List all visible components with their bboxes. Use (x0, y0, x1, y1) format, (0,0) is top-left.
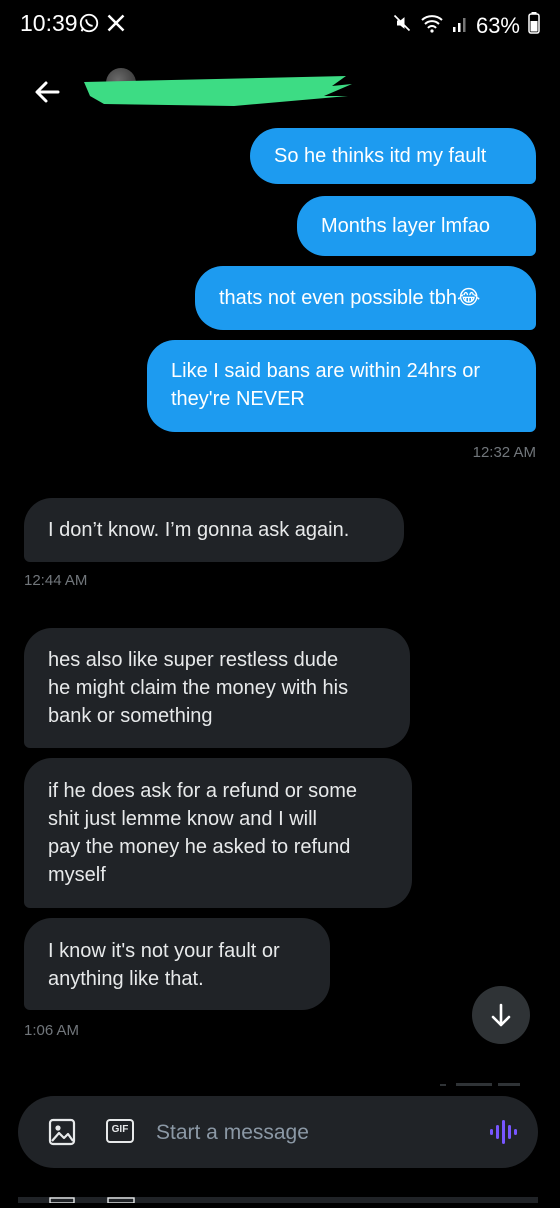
message-input[interactable] (154, 1114, 468, 1152)
add-gif-button[interactable]: GIF (106, 1119, 134, 1143)
message-text-line: I know it's not your fault or (48, 940, 280, 962)
message-text-line: myself (48, 864, 106, 886)
gif-label: GIF (111, 1124, 129, 1135)
message-text: I don’t know. I’m gonna ask again. (48, 519, 350, 541)
message-text-line: bank or something (48, 705, 213, 727)
message-text-line: they're NEVER (171, 388, 305, 410)
image-icon (48, 1118, 76, 1146)
message-text-line: if he does ask for a refund or some (48, 780, 358, 802)
message-bubble-received[interactable]: if he does ask for a refund or some shit… (24, 758, 412, 908)
hidden-overlay-fragment (440, 1078, 530, 1092)
message-composer: GIF (18, 1096, 538, 1168)
message-text-line: hes also like super restless dude (48, 649, 339, 671)
audio-waveform-icon (490, 1120, 517, 1144)
message-text-line: Like I said bans are within 24hrs or (171, 360, 481, 382)
message-text: thats not even possible tbh😂 (219, 287, 481, 309)
message-text-line: shit just lemme know and I will (48, 808, 317, 830)
message-bubble-sent[interactable]: thats not even possible tbh😂 (195, 266, 536, 330)
add-photo-button[interactable] (48, 1118, 76, 1146)
message-bubble-received[interactable]: I know it's not your fault or anything l… (24, 918, 330, 1010)
timestamp: 12:44 AM (24, 572, 88, 589)
message-text: So he thinks itd my fault (274, 145, 487, 167)
arrow-down-icon (491, 1003, 511, 1027)
voice-message-button[interactable] (488, 1118, 520, 1146)
bottom-toolbar-edge (0, 1190, 560, 1204)
message-text: Months layer lmfao (321, 215, 490, 237)
message-bubble-sent[interactable]: Months layer lmfao (297, 196, 536, 256)
message-text-line: pay the money he asked to refund (48, 836, 351, 858)
timestamp: 1:06 AM (24, 1022, 80, 1039)
message-bubble-received[interactable]: hes also like super restless dude he mig… (24, 628, 410, 748)
message-bubble-sent[interactable]: So he thinks itd my fault (250, 128, 536, 184)
message-bubble-received[interactable]: I don’t know. I’m gonna ask again. (24, 498, 404, 562)
scroll-to-bottom-button[interactable] (472, 986, 530, 1044)
message-text-line: anything like that. (48, 968, 204, 990)
message-text-line: he might claim the money with his (48, 677, 349, 699)
message-bubble-sent[interactable]: Like I said bans are within 24hrs or the… (147, 340, 536, 432)
timestamp: 12:32 AM (472, 444, 536, 461)
